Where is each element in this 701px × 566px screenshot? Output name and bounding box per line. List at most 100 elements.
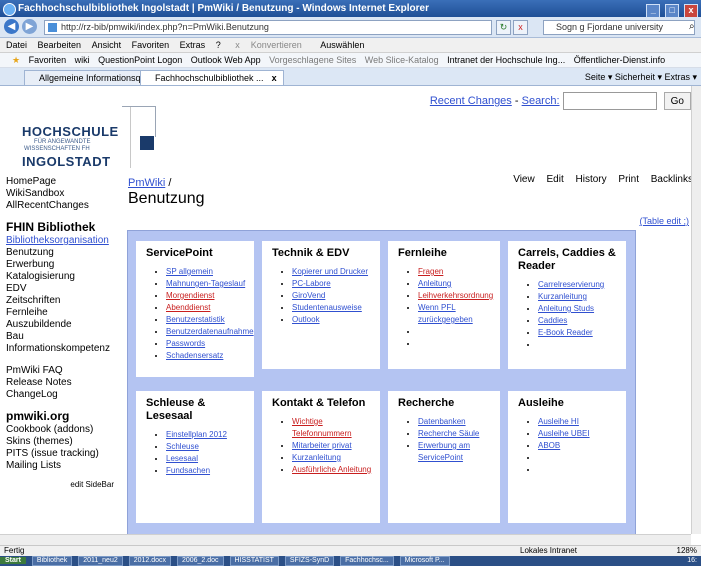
sidebar-item-benutzung[interactable]: Benutzung bbox=[6, 247, 118, 259]
card-link[interactable]: PC-Labore bbox=[292, 279, 331, 288]
card-link[interactable]: Mahnungen-Tageslauf bbox=[166, 279, 245, 288]
minimize-button[interactable]: _ bbox=[646, 4, 661, 18]
card-link[interactable]: Recherche Säule bbox=[418, 429, 479, 438]
card-link[interactable]: Schleuse bbox=[166, 442, 199, 451]
fav-oeffentlicher-dienst[interactable]: Öffentlicher-Dienst.info bbox=[574, 55, 665, 65]
card-link[interactable]: Einstellplan 2012 bbox=[166, 430, 227, 439]
card-link[interactable]: Mitarbeiter privat bbox=[292, 441, 352, 450]
sidebar-item-allrecentchanges[interactable]: AllRecentChanges bbox=[6, 200, 118, 212]
card-link[interactable]: Studentenausweise bbox=[292, 303, 362, 312]
sidebar-item-skins[interactable]: Skins (themes) bbox=[6, 436, 118, 448]
card-link[interactable]: Morgendienst bbox=[166, 291, 214, 300]
taskbar-item[interactable]: HISSTATIST bbox=[229, 556, 279, 566]
vertical-scrollbar[interactable] bbox=[691, 86, 701, 534]
convert-button[interactable]: x Konvertieren bbox=[235, 40, 304, 50]
go-button[interactable]: Go bbox=[663, 92, 691, 110]
action-edit[interactable]: Edit bbox=[546, 174, 563, 185]
card-link[interactable]: Ausleihe UBEI bbox=[538, 429, 590, 438]
card-link[interactable]: Carrelreservierung bbox=[538, 280, 604, 289]
card-link[interactable]: Wichtige Telefonnummern bbox=[292, 417, 352, 438]
card-link[interactable]: Kurzanleitung bbox=[292, 453, 341, 462]
recent-changes-link[interactable]: Recent Changes bbox=[430, 95, 512, 107]
card-link[interactable]: GiroVend bbox=[292, 291, 325, 300]
taskbar-item[interactable]: Microsoft P... bbox=[399, 556, 450, 566]
action-backlinks[interactable]: Backlinks bbox=[651, 174, 693, 185]
browser-search-input[interactable]: Sogn g Fjordane university bbox=[543, 20, 695, 35]
card-link[interactable]: Ausführliche Anleitung bbox=[292, 465, 371, 474]
card-link[interactable]: Benutzerdatenaufnahme bbox=[166, 327, 254, 336]
card-link[interactable]: Ausleihe HI bbox=[538, 417, 579, 426]
card-link[interactable]: Caddies bbox=[538, 316, 567, 325]
card-link[interactable]: E-Book Reader bbox=[538, 328, 593, 337]
sidebar-item-pits[interactable]: PITS (issue tracking) bbox=[6, 448, 118, 460]
fav-questionpoint[interactable]: QuestionPoint Logon bbox=[98, 55, 182, 65]
select-button[interactable]: Auswählen bbox=[314, 40, 366, 50]
sidebar-item-informationskompetenz[interactable]: Informationskompetenz bbox=[6, 343, 118, 355]
back-button[interactable]: ◀ bbox=[4, 19, 19, 34]
fav-outlook[interactable]: Outlook Web App bbox=[191, 55, 261, 65]
command-bar[interactable]: Seite ▾ Sicherheit ▾ Extras ▾ bbox=[585, 70, 697, 84]
search-icon[interactable]: ⌕ bbox=[689, 20, 699, 33]
action-view[interactable]: View bbox=[513, 174, 535, 185]
fav-intranet[interactable]: Intranet der Hochschule Ing... bbox=[447, 55, 565, 65]
card-link[interactable]: Erwerbung am ServicePoint bbox=[418, 441, 470, 462]
table-edit-link[interactable]: (Table edit ;) bbox=[639, 216, 689, 226]
taskbar-item[interactable]: SFIZS-SynD bbox=[284, 556, 335, 566]
sidebar-item-auszubildende[interactable]: Auszubildende bbox=[6, 319, 118, 331]
menu-ansicht[interactable]: Ansicht bbox=[92, 40, 122, 50]
sidebar-item-bibliotheksorganisation[interactable]: Bibliotheksorganisation bbox=[6, 235, 118, 247]
card-link[interactable]: Datenbanken bbox=[418, 417, 466, 426]
card-link[interactable]: Fundsachen bbox=[166, 466, 210, 475]
fav-wiki[interactable]: wiki bbox=[75, 55, 90, 65]
start-button[interactable]: Start bbox=[0, 557, 26, 564]
sidebar-item-fernleihe[interactable]: Fernleihe bbox=[6, 307, 118, 319]
tab-close-icon[interactable]: x bbox=[272, 73, 277, 83]
card-link[interactable]: Abenddienst bbox=[166, 303, 210, 312]
card-link[interactable]: Kopierer und Drucker bbox=[292, 267, 368, 276]
menu-extras[interactable]: Extras bbox=[180, 40, 206, 50]
hochschule-logo[interactable]: HOCHSCHULE FÜR ANGEWANDTE WISSENSCHAFTEN… bbox=[12, 106, 131, 169]
card-link[interactable]: Outlook bbox=[292, 315, 320, 324]
sidebar-item-pmwiki-faq[interactable]: PmWiki FAQ bbox=[6, 365, 118, 377]
action-history[interactable]: History bbox=[576, 174, 607, 185]
taskbar-item[interactable]: 2006_2.doc bbox=[176, 556, 224, 566]
card-link[interactable]: Schadensersatz bbox=[166, 351, 223, 360]
menu-bearbeiten[interactable]: Bearbeiten bbox=[38, 40, 82, 50]
taskbar-item[interactable]: 2011_neu2 bbox=[78, 556, 123, 566]
sidebar-item-erwerbung[interactable]: Erwerbung bbox=[6, 259, 118, 271]
card-link[interactable]: Passwords bbox=[166, 339, 205, 348]
taskbar-item[interactable]: Bibliothek bbox=[31, 556, 73, 566]
fav-web-slice[interactable]: Web Slice-Katalog bbox=[365, 55, 439, 65]
zoom-level[interactable]: 128% bbox=[677, 546, 697, 556]
sidebar-item-katalogisierung[interactable]: Katalogisierung bbox=[6, 271, 118, 283]
refresh-button[interactable]: ↻ bbox=[496, 20, 511, 35]
menu-datei[interactable]: Datei bbox=[6, 40, 27, 50]
sidebar-item-bau[interactable]: Bau bbox=[6, 331, 118, 343]
card-link[interactable]: Leihverkehrsordnung bbox=[418, 291, 493, 300]
stop-button[interactable]: x bbox=[513, 20, 528, 35]
card-link[interactable]: Lesesaal bbox=[166, 454, 198, 463]
restore-button[interactable]: □ bbox=[665, 4, 680, 18]
favorites-button[interactable]: ★ Favoriten bbox=[6, 55, 66, 65]
tab-fachhochschulbibliothek[interactable]: Fachhochschulbibliothek ... x bbox=[140, 70, 284, 85]
taskbar-item[interactable]: Fachhochsc... bbox=[340, 556, 394, 566]
forward-button[interactable]: ▶ bbox=[22, 19, 37, 34]
sidebar-item-homepage[interactable]: HomePage bbox=[6, 176, 118, 188]
card-link[interactable]: ABOB bbox=[538, 441, 560, 450]
card-link[interactable]: Anleitung Studs bbox=[538, 304, 594, 313]
card-link[interactable]: Wenn PFL zurückgegeben bbox=[418, 303, 473, 324]
fav-suggested-sites[interactable]: Vorgeschlagene Sites bbox=[269, 55, 356, 65]
menu-favoriten[interactable]: Favoriten bbox=[132, 40, 170, 50]
edit-sidebar-link[interactable]: edit SideBar bbox=[6, 479, 118, 491]
wiki-search-input[interactable] bbox=[562, 92, 657, 110]
sidebar-item-changelog[interactable]: ChangeLog bbox=[6, 389, 118, 401]
sidebar-item-zeitschriften[interactable]: Zeitschriften bbox=[6, 295, 118, 307]
sidebar-item-edv[interactable]: EDV bbox=[6, 283, 118, 295]
sidebar-item-wikisandbox[interactable]: WikiSandbox bbox=[6, 188, 118, 200]
breadcrumb-pmwiki[interactable]: PmWiki bbox=[128, 177, 165, 189]
menu-help[interactable]: ? bbox=[216, 40, 221, 50]
sidebar-item-release-notes[interactable]: Release Notes bbox=[6, 377, 118, 389]
url-input[interactable]: http://rz-bib/pmwiki/index.php?n=PmWiki.… bbox=[44, 20, 492, 35]
card-link[interactable]: Anleitung bbox=[418, 279, 451, 288]
action-print[interactable]: Print bbox=[618, 174, 639, 185]
